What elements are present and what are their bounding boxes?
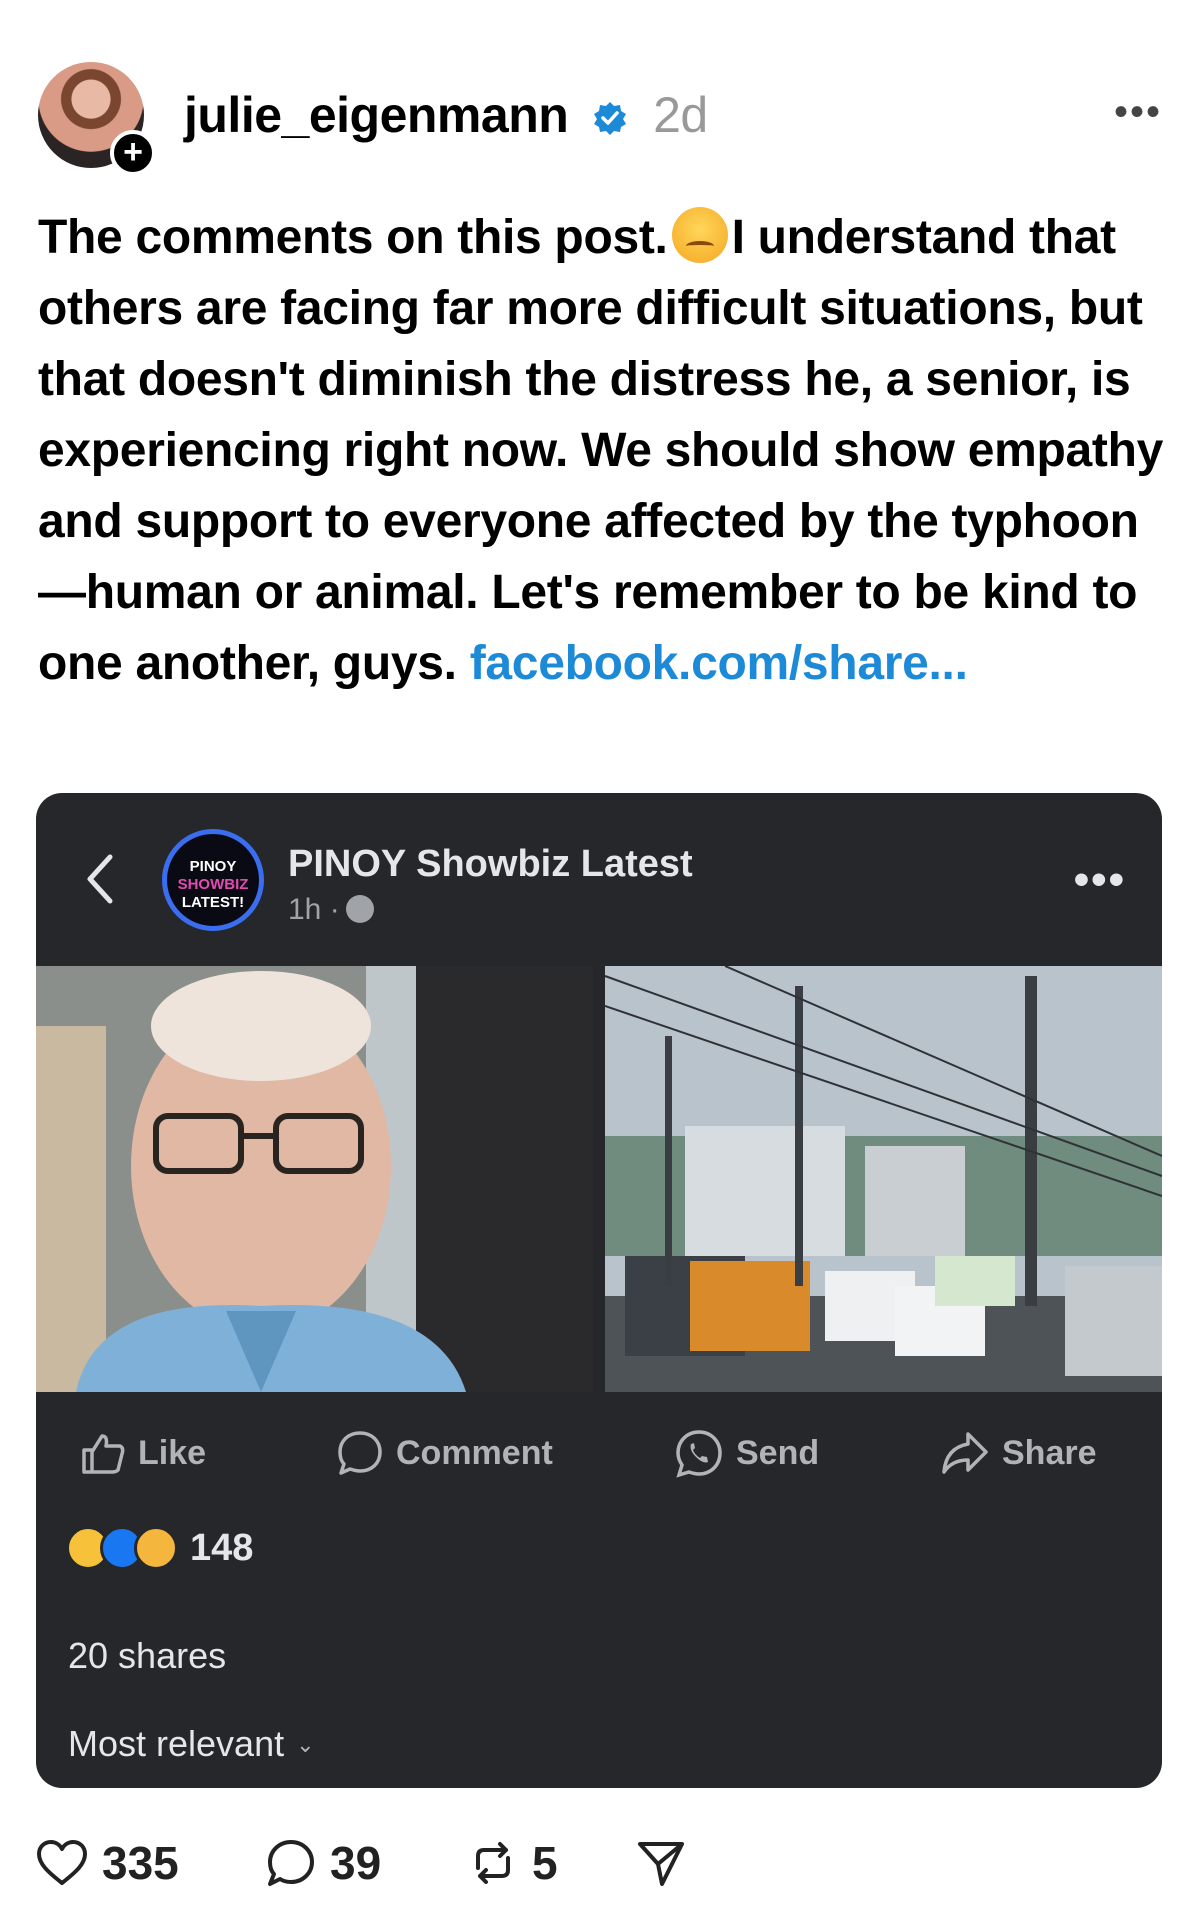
comment-icon [338,1431,382,1475]
paper-plane-icon [638,1842,684,1886]
page-name[interactable]: PINOY Showbiz Latest [288,843,693,886]
comment-sort-dropdown[interactable]: Most relevant ⌄ [68,1723,315,1765]
comment-button[interactable]: Comment [336,1413,553,1493]
page-meta: 1h · [288,893,374,927]
post-header: + julie_eigenmann 2d ••• [38,62,1162,176]
chevron-down-icon: ⌄ [296,1732,315,1757]
reactions-summary[interactable]: 148 [66,1526,253,1570]
post-age: 2d [653,87,708,143]
care-reaction-icon [134,1526,178,1570]
back-icon[interactable] [80,851,120,907]
shares-count[interactable]: 20 shares [68,1635,226,1677]
photo-street-traffic[interactable] [605,966,1162,1392]
post-footer: 335 39 5 [36,1828,1156,1898]
persevering-face-icon [671,207,728,263]
post-text: The comments on this post. I understand t… [38,202,1168,699]
send-button[interactable] [636,1828,700,1898]
globe-icon [345,895,374,923]
embedded-facebook-post[interactable]: PINOY SHOWBIZ LATEST! PINOY Showbiz Late… [36,793,1162,1788]
repost-icon [476,1842,510,1884]
like-count: 335 [102,1837,179,1889]
share-button[interactable]: Share [940,1413,1097,1493]
reaction-count: 148 [190,1526,254,1569]
heart-icon [37,1840,87,1885]
share-link[interactable]: facebook.com/share... [470,637,968,690]
share-icon [942,1432,988,1474]
username[interactable]: julie_eigenmann [184,87,569,143]
embed-actions: Like Comment Send Share [36,1413,1162,1493]
post-text-part2: I understand that others are facing far … [38,211,1164,690]
like-button[interactable]: 335 [36,1828,179,1898]
like-button[interactable]: Like [80,1413,206,1493]
plus-icon[interactable]: + [110,130,156,176]
send-icon [676,1430,722,1478]
reply-icon [268,1840,314,1886]
page-logo[interactable]: PINOY SHOWBIZ LATEST! [162,829,264,931]
send-button[interactable]: Send [674,1413,819,1493]
more-icon[interactable]: ••• [1114,90,1162,135]
repost-count: 5 [532,1837,558,1889]
embed-header: PINOY SHOWBIZ LATEST! PINOY Showbiz Late… [36,793,1162,966]
reply-button[interactable]: 39 [266,1828,381,1898]
comment-count: 39 [330,1837,382,1889]
like-icon [82,1434,125,1474]
more-icon[interactable]: ••• [1074,855,1126,905]
photo-senior-man[interactable] [36,966,593,1392]
verified-icon [592,90,628,148]
post-text-part1: The comments on this post. [38,211,668,264]
repost-button[interactable]: 5 [468,1828,558,1898]
photo-grid[interactable] [36,966,1162,1392]
